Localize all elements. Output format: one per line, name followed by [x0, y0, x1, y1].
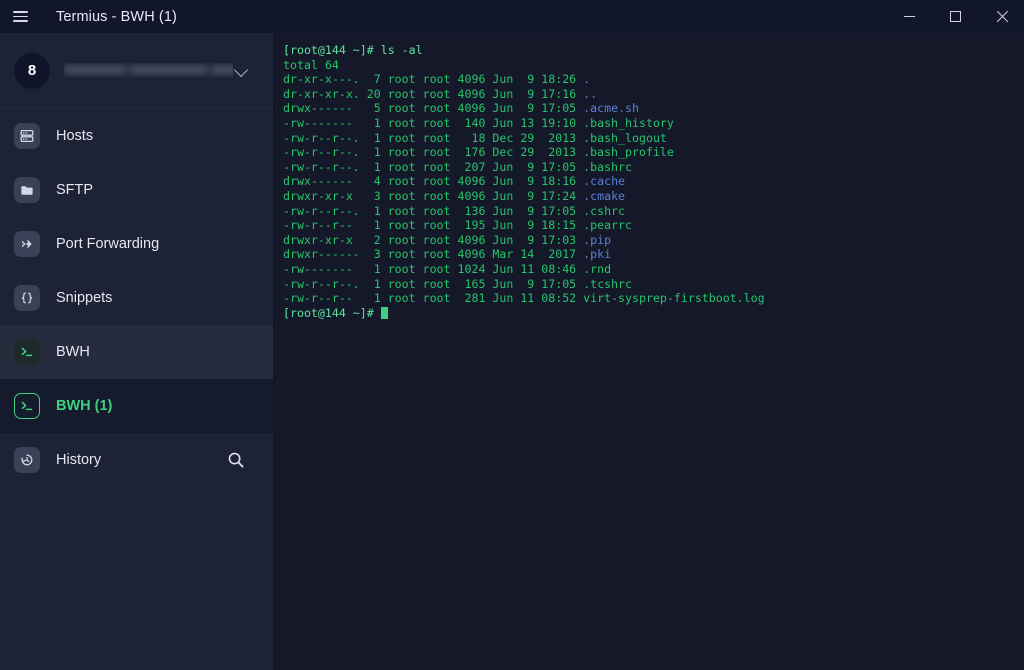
sidebar-item-label: BWH (1) [56, 398, 113, 414]
terminal-line: -rw-r--r-- 1 root root 281 Jun 11 08:52 … [283, 291, 1024, 306]
sidebar-item-label: Snippets [56, 290, 113, 306]
sidebar-item-hosts[interactable]: Hosts [0, 109, 273, 163]
terminal-line: drwxr-xr-x 3 root root 4096 Jun 9 17:24 … [283, 189, 1024, 204]
sidebar-item-port-forwarding[interactable]: Port Forwarding [0, 217, 273, 271]
maximize-icon [949, 11, 961, 22]
folder-icon [14, 177, 40, 203]
terminal-text: -rw-r--r--. 1 root root 136 Jun 9 17:05 … [283, 203, 626, 218]
terminal-line: -rw-r--r--. 1 root root 176 Dec 29 2013 … [283, 145, 1024, 160]
terminal-text: dr-xr-xr-x. 20 root root 4096 Jun 9 17:1… [283, 86, 584, 101]
terminal-pane[interactable]: [root@144 ~]# ls -al total 64 dr-xr-x---. … [275, 33, 1024, 670]
terminal-text: total 64 [283, 57, 339, 72]
terminal-text: -rw-r--r--. 1 root root 176 Dec 29 2013 … [283, 145, 674, 160]
minimize-button[interactable] [886, 0, 932, 33]
sidebar-item-snippets[interactable]: Snippets [0, 271, 273, 325]
sidebar-item-sftp[interactable]: SFTP [0, 163, 273, 217]
terminal-text: .acme.sh [583, 101, 639, 116]
account-name-redacted: aaaaaaaa aaaaaaaaaa aaaaaa [64, 63, 233, 78]
terminal-text: -rw------- 1 root root 140 Jun 13 19:10 … [283, 115, 674, 130]
braces-icon [14, 285, 40, 311]
terminal-icon [14, 339, 40, 365]
sidebar-item-label: Hosts [56, 128, 94, 144]
terminal-line: -rw-r--r-- 1 root root 195 Jun 9 18:15 .… [283, 218, 1024, 233]
avatar: 8 [14, 52, 50, 89]
sidebar-item-label: History [56, 452, 102, 468]
sidebar-nav: Hosts SFTP Port Forwarding Snippets BWH … [0, 109, 273, 487]
sidebar-item-bwh[interactable]: BWH [0, 325, 273, 379]
terminal-line: drwx------ 5 root root 4096 Jun 9 17:05 … [283, 101, 1024, 116]
terminal-line: dr-xr-x---. 7 root root 4096 Jun 9 18:26… [283, 72, 1024, 87]
terminal-icon [14, 393, 40, 419]
terminal-cursor [380, 306, 388, 319]
terminal-line: -rw------- 1 root root 140 Jun 13 19:10 … [283, 116, 1024, 131]
termius-window: Termius - BWH (1) 8 aaaaaaaa aaaaaaaaaa … [0, 0, 1024, 670]
window-controls [886, 0, 1024, 33]
title-bar: Termius - BWH (1) [0, 0, 1024, 33]
terminal-text: dr-xr-x---. 7 root root 4096 Jun 9 18:26 [283, 72, 584, 87]
history-clock-icon [14, 447, 40, 473]
terminal-line: -rw------- 1 root root 1024 Jun 11 08:46… [283, 262, 1024, 277]
server-rack-icon [14, 123, 40, 149]
close-button[interactable] [978, 0, 1024, 33]
terminal-line: [root@144 ~]# ls -al [283, 43, 1024, 58]
terminal-text: -rw-r--r--. 1 root root 18 Dec 29 2013 .… [283, 130, 667, 145]
terminal-text: -rw-r--r-- 1 root root 195 Jun 9 18:15 .… [283, 218, 633, 233]
minimize-icon [903, 15, 915, 18]
terminal-prompt-line: [root@144 ~]# [283, 306, 1024, 321]
terminal-text: drwxr------ 3 root root 4096 Mar 14 2017 [283, 247, 584, 262]
terminal-text: .pip [583, 232, 612, 247]
terminal-text: . [583, 72, 591, 87]
sidebar-item-bwh-1[interactable]: BWH (1) [0, 379, 273, 433]
account-selector[interactable]: 8 aaaaaaaa aaaaaaaaaa aaaaaa [0, 33, 273, 109]
sidebar-item-label: BWH [56, 344, 90, 360]
terminal-text: -rw-r--r-- 1 root root 281 Jun 11 08:52 … [283, 291, 765, 306]
close-icon [995, 10, 1008, 23]
window-title: Termius - BWH (1) [56, 8, 177, 25]
hamburger-menu-icon[interactable] [0, 0, 40, 33]
terminal-line: drwxr------ 3 root root 4096 Mar 14 2017… [283, 247, 1024, 262]
terminal-line: dr-xr-xr-x. 20 root root 4096 Jun 9 17:1… [283, 87, 1024, 102]
maximize-button[interactable] [932, 0, 978, 33]
sidebar-item-label: Port Forwarding [56, 236, 160, 252]
sidebar: 8 aaaaaaaa aaaaaaaaaa aaaaaa [0, 33, 274, 670]
terminal-text: -rw------- 1 root root 1024 Jun 11 08:46… [283, 261, 612, 276]
account-name-text: aaaaaaaa aaaaaaaaaa aaaaaa [64, 63, 233, 76]
terminal-text: [root@144 ~]# ls -al [283, 43, 423, 57]
chevron-down-icon[interactable] [233, 61, 253, 81]
terminal-line: drwxr-xr-x 2 root root 4096 Jun 9 17:03 … [283, 233, 1024, 248]
terminal-text: drwx------ 5 root root 4096 Jun 9 17:05 [283, 101, 584, 116]
sidebar-item-history[interactable]: History [0, 433, 273, 487]
terminal-line: -rw-r--r--. 1 root root 165 Jun 9 17:05 … [283, 277, 1024, 292]
terminal-line: total 64 [283, 58, 1024, 73]
terminal-text: .cmake [583, 188, 626, 203]
terminal-output: [root@144 ~]# ls -al total 64 dr-xr-x---. … [279, 43, 1024, 320]
terminal-text: drwxr-xr-x 3 root root 4096 Jun 9 17:24 [283, 188, 584, 203]
terminal-text: -rw-r--r--. 1 root root 165 Jun 9 17:05 … [283, 276, 633, 291]
search-icon[interactable] [227, 451, 245, 469]
terminal-line: -rw-r--r--. 1 root root 207 Jun 9 17:05 … [283, 160, 1024, 175]
terminal-line: -rw-r--r--. 1 root root 136 Jun 9 17:05 … [283, 204, 1024, 219]
terminal-text: .. [583, 86, 598, 101]
sidebar-item-label: SFTP [56, 182, 94, 198]
terminal-text: .pki [583, 247, 612, 262]
terminal-text: -rw-r--r--. 1 root root 207 Jun 9 17:05 … [283, 159, 633, 174]
terminal-line: -rw-r--r--. 1 root root 18 Dec 29 2013 .… [283, 131, 1024, 146]
terminal-text: drwxr-xr-x 2 root root 4096 Jun 9 17:03 [283, 232, 584, 247]
terminal-text: drwx------ 4 root root 4096 Jun 9 18:16 [283, 174, 584, 189]
terminal-prompt: [root@144 ~]# [283, 305, 381, 320]
forward-arrow-icon [14, 231, 40, 257]
terminal-text: .cache [583, 174, 626, 189]
terminal-line: drwx------ 4 root root 4096 Jun 9 18:16 … [283, 174, 1024, 189]
